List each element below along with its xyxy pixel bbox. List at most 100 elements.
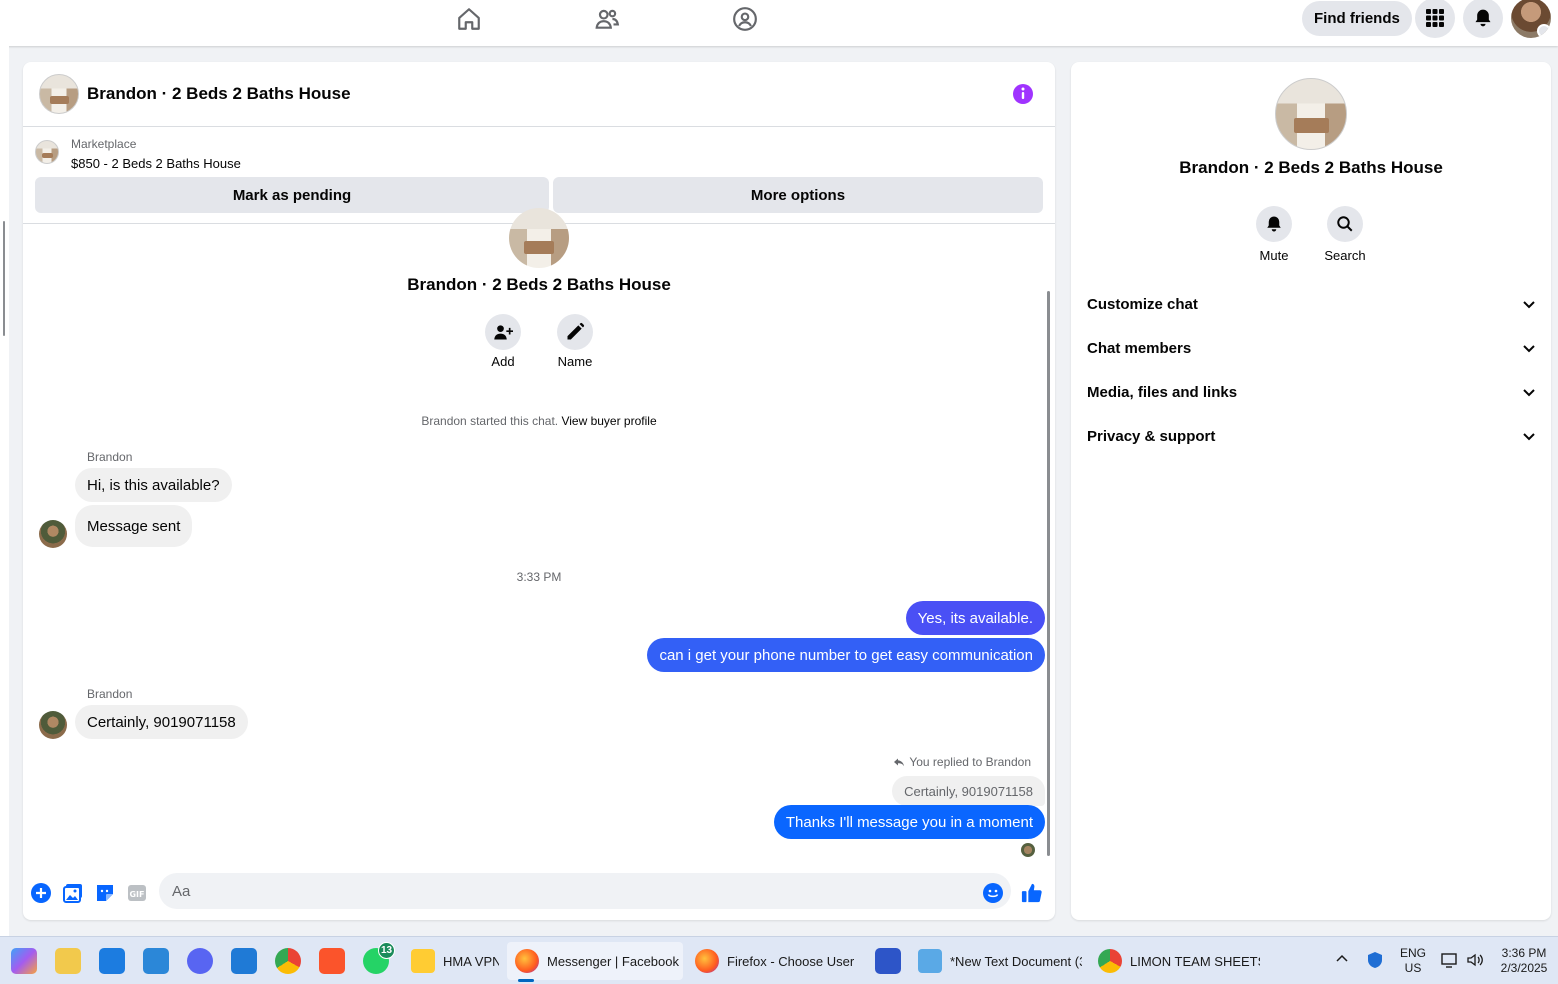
view-buyer-profile-link[interactable]: View buyer profile bbox=[561, 414, 656, 428]
taskbar-app-firefox[interactable]: Firefox - Choose User Pr bbox=[687, 942, 857, 980]
time: 3:36 PM bbox=[1501, 946, 1547, 960]
gif-icon[interactable]: GIF bbox=[126, 882, 148, 904]
chat-started-notice: Brandon started this chat. View buyer pr… bbox=[23, 414, 1055, 428]
sender-name: Brandon bbox=[87, 687, 133, 701]
section-label: Media, files and links bbox=[1087, 383, 1238, 401]
account-avatar[interactable] bbox=[1511, 0, 1551, 38]
input-language[interactable]: ENG US bbox=[1398, 946, 1428, 976]
taskbar-app-hma-vpn[interactable]: HMA VPN bbox=[403, 942, 499, 980]
taskbar-app-chrome-sheets[interactable]: LIMON TEAM SHEETS - bbox=[1090, 942, 1260, 980]
copilot-icon[interactable] bbox=[11, 948, 37, 974]
capcut-icon[interactable] bbox=[875, 948, 901, 974]
sender-avatar[interactable] bbox=[39, 711, 67, 739]
groups-icon[interactable] bbox=[730, 4, 760, 34]
chat-members-section[interactable]: Chat members bbox=[1087, 328, 1537, 368]
message-bubble-outgoing[interactable]: can i get your phone number to get easy … bbox=[647, 638, 1045, 672]
sender-name: Brandon bbox=[87, 450, 133, 464]
volume-icon[interactable] bbox=[1466, 952, 1484, 968]
customize-chat-section[interactable]: Customize chat bbox=[1087, 284, 1537, 324]
emoji-icon[interactable] bbox=[982, 882, 1004, 904]
replied-message-quote[interactable]: Certainly, 9019071158 bbox=[892, 776, 1045, 806]
sender-avatar[interactable] bbox=[39, 520, 67, 548]
chevron-down-icon bbox=[1523, 345, 1535, 353]
active-indicator bbox=[518, 979, 534, 982]
find-friends-button[interactable]: Find friends bbox=[1302, 1, 1412, 36]
taskbar-app-label: Messenger | Facebook - bbox=[547, 953, 683, 969]
vscode-icon[interactable] bbox=[231, 948, 257, 974]
taskbar-app-messenger[interactable]: Messenger | Facebook - bbox=[507, 942, 683, 980]
conversation-title: Brandon · 2 Beds 2 Baths House bbox=[1179, 158, 1443, 177]
section-label: Customize chat bbox=[1087, 295, 1198, 313]
add-label: Add bbox=[491, 354, 515, 369]
chrome-icon bbox=[1098, 949, 1122, 973]
discord-icon[interactable] bbox=[187, 948, 213, 974]
taskbar-app-label: Firefox - Choose User Pr bbox=[727, 953, 857, 969]
chat-started-text: Brandon started this chat. bbox=[421, 414, 559, 428]
notifications-bell-icon[interactable] bbox=[1463, 0, 1503, 38]
message-input[interactable]: Aa bbox=[159, 873, 1011, 909]
hma-vpn-icon bbox=[411, 949, 435, 973]
network-icon[interactable] bbox=[1441, 952, 1459, 968]
conversation-info-panel: Brandon · 2 Beds 2 Baths House Mute Sear… bbox=[1071, 62, 1551, 920]
file-explorer-icon[interactable] bbox=[55, 948, 81, 974]
remote-desktop-icon[interactable] bbox=[143, 948, 169, 974]
mute-bell-icon[interactable] bbox=[1256, 206, 1292, 242]
chevron-down-icon bbox=[1523, 301, 1535, 309]
chevron-down-icon bbox=[1523, 389, 1535, 397]
notepad-icon bbox=[918, 949, 942, 973]
brave-icon[interactable] bbox=[319, 948, 345, 974]
conversation-avatar[interactable] bbox=[1275, 78, 1347, 150]
reply-note-text: You replied to Brandon bbox=[909, 755, 1031, 769]
intro-avatar bbox=[509, 208, 569, 268]
taskbar-app-label: *New Text Document (3 bbox=[950, 953, 1082, 969]
section-label: Chat members bbox=[1087, 339, 1192, 357]
plus-circle-icon[interactable] bbox=[30, 882, 52, 904]
firefox-icon bbox=[695, 949, 719, 973]
name-label: Name bbox=[557, 354, 593, 369]
message-list[interactable]: Brandon · 2 Beds 2 Baths House Add Name … bbox=[23, 62, 1055, 870]
message-bubble-incoming[interactable]: Message sent bbox=[75, 505, 193, 547]
message-composer: GIF Aa bbox=[23, 870, 1055, 920]
taskbar-app-notepad[interactable]: *New Text Document (3 bbox=[910, 942, 1082, 980]
date: 2/3/2025 bbox=[1500, 961, 1548, 975]
whatsapp-icon[interactable]: 13 bbox=[363, 942, 395, 974]
menu-grid-icon[interactable] bbox=[1415, 0, 1455, 38]
privacy-support-section[interactable]: Privacy & support bbox=[1087, 416, 1537, 456]
page-scrollbar[interactable] bbox=[3, 221, 5, 336]
message-bubble-outgoing[interactable]: Thanks I'll message you in a moment bbox=[773, 805, 1045, 839]
thumbs-up-icon[interactable] bbox=[1021, 882, 1043, 904]
mute-label: Mute bbox=[1259, 248, 1289, 263]
message-bubble-incoming[interactable]: Certainly, 9019071158 bbox=[75, 705, 248, 739]
sticker-icon[interactable] bbox=[94, 882, 116, 904]
show-hidden-icons-chevron[interactable] bbox=[1334, 951, 1350, 967]
reply-arrow-icon bbox=[894, 758, 905, 767]
read-receipt-avatar bbox=[1021, 843, 1035, 857]
message-bubble-incoming[interactable]: Hi, is this available? bbox=[75, 468, 232, 502]
svg-text:GIF: GIF bbox=[129, 890, 144, 899]
defender-shield-icon[interactable] bbox=[1366, 951, 1384, 969]
taskbar-app-label: HMA VPN bbox=[443, 953, 499, 969]
language-label: ENG bbox=[1399, 946, 1426, 960]
firefox-icon bbox=[515, 949, 539, 973]
chrome-icon[interactable] bbox=[275, 948, 301, 974]
windows-taskbar: 13 HMA VPN Messenger | Facebook - Firefo… bbox=[0, 936, 1558, 984]
section-label: Privacy & support bbox=[1087, 427, 1216, 445]
intro-name: Brandon · 2 Beds 2 Baths House bbox=[407, 275, 671, 294]
home-icon[interactable] bbox=[454, 4, 484, 34]
message-bubble-outgoing[interactable]: Yes, its available. bbox=[905, 601, 1045, 635]
photo-icon[interactable] bbox=[62, 882, 84, 904]
chat-scrollbar[interactable] bbox=[1047, 291, 1050, 856]
left-scroll-edge bbox=[0, 46, 9, 936]
friends-icon[interactable] bbox=[592, 4, 622, 34]
clock[interactable]: 3:36 PM 2/3/2025 bbox=[1494, 946, 1554, 976]
search-icon[interactable] bbox=[1327, 206, 1363, 242]
media-files-links-section[interactable]: Media, files and links bbox=[1087, 372, 1537, 412]
chevron-down-icon bbox=[1523, 433, 1535, 441]
add-person-icon[interactable] bbox=[485, 314, 521, 350]
chat-panel: Brandon · 2 Beds 2 Baths House Marketpla… bbox=[23, 62, 1055, 920]
account-chevron-icon[interactable] bbox=[1537, 24, 1551, 38]
edit-name-pencil-icon[interactable] bbox=[557, 314, 593, 350]
region-label: US bbox=[1404, 961, 1422, 975]
search-label: Search bbox=[1324, 248, 1366, 263]
microsoft-store-icon[interactable] bbox=[99, 948, 125, 974]
